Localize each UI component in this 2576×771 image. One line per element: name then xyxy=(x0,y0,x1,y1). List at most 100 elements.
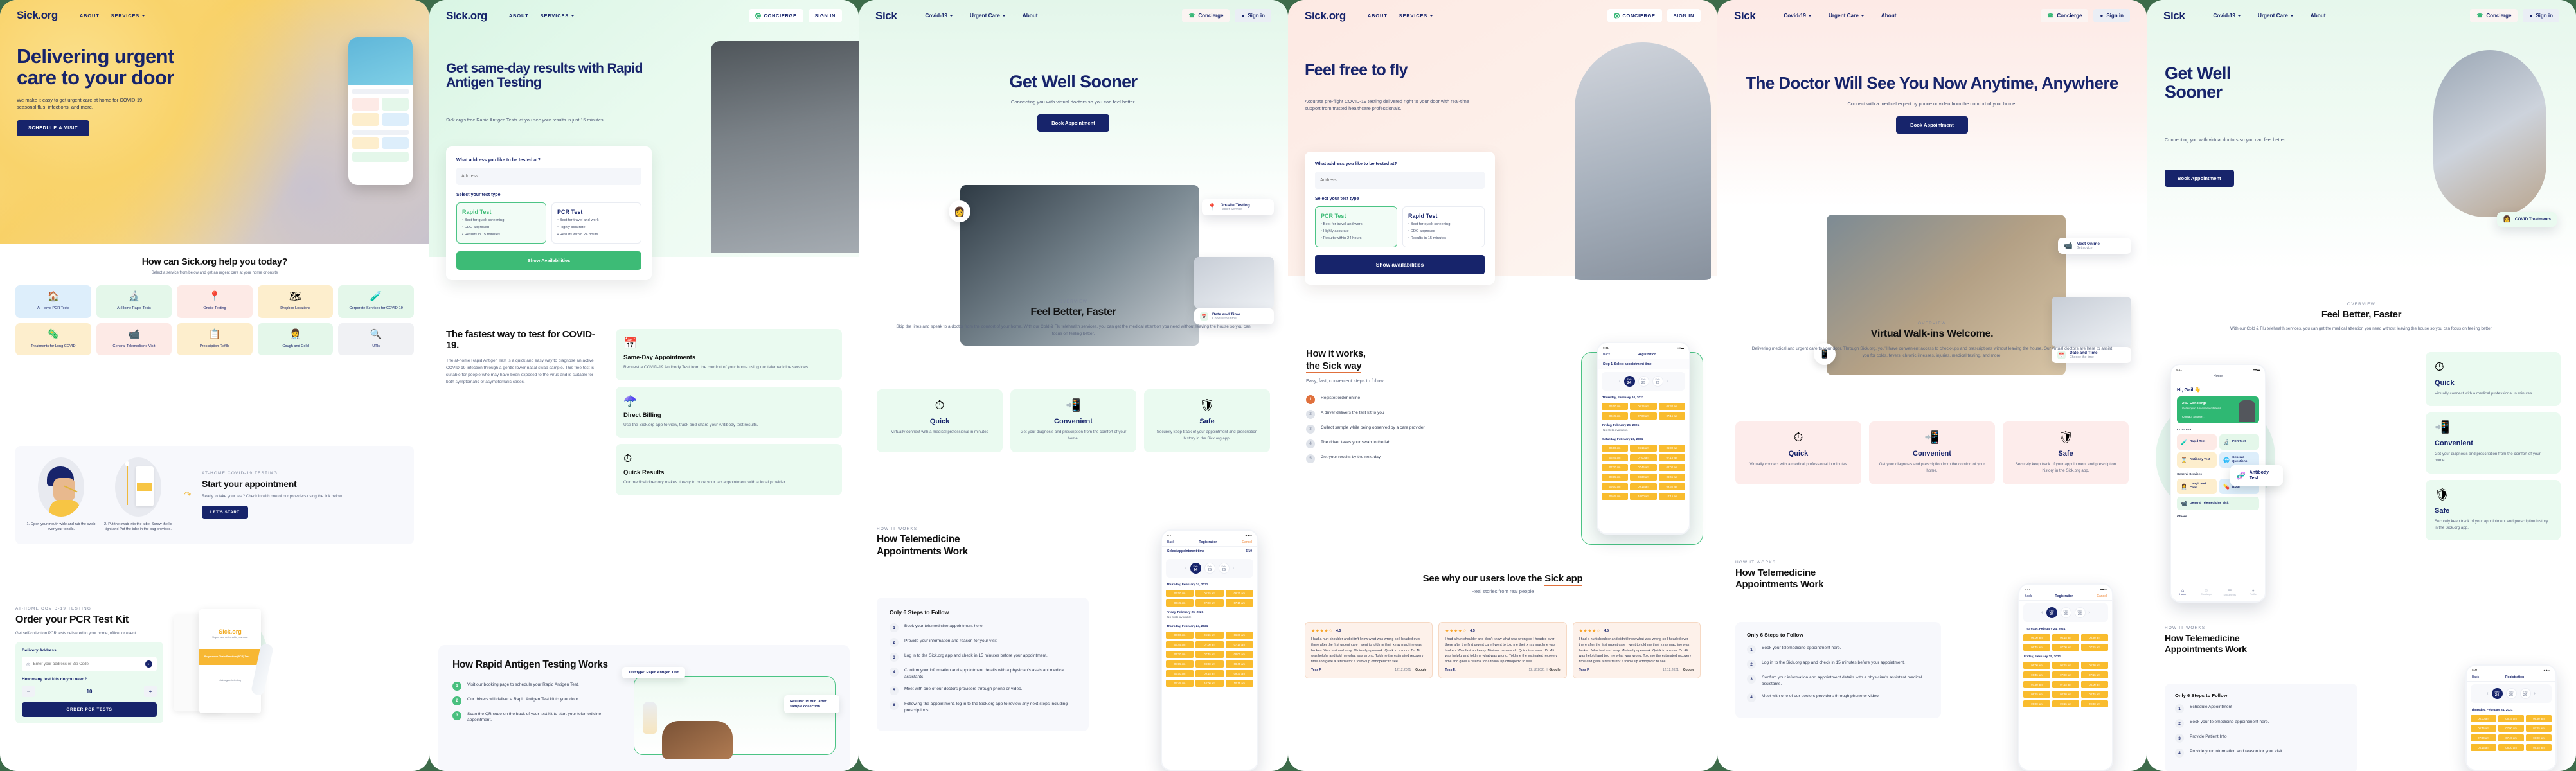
time-slot[interactable]: 10:00 am xyxy=(1195,680,1224,687)
time-slot[interactable]: 09:15 am xyxy=(1630,483,1657,490)
time-slot[interactable]: 08:30 am xyxy=(1195,660,1224,668)
service-tile[interactable]: 🔍 UTIs xyxy=(338,323,414,356)
signin-button[interactable]: ● Sign in xyxy=(1235,9,1271,22)
time-slot[interactable]: 06:45 am xyxy=(1166,599,1194,607)
signin-button[interactable]: SIGN IN xyxy=(1667,9,1701,22)
time-slot[interactable]: 09:30 am xyxy=(2081,700,2108,707)
address-input[interactable] xyxy=(456,168,641,185)
lets-start-button[interactable]: LET'S START xyxy=(202,506,248,520)
nav-about[interactable]: About xyxy=(1881,13,1897,19)
prev-date-button[interactable]: ‹ xyxy=(2041,610,2043,615)
nav-services[interactable]: SERVICES xyxy=(541,13,575,19)
time-slot[interactable]: 06:30 am xyxy=(1658,403,1685,410)
time-slot[interactable]: 08:45 am xyxy=(2081,691,2108,698)
time-slot[interactable]: 06:15 am xyxy=(1630,445,1657,452)
time-slot[interactable]: 09:30 am xyxy=(1658,483,1685,490)
time-slot[interactable]: 08:45 am xyxy=(2526,744,2552,751)
time-slot[interactable]: 06:30 am xyxy=(2526,715,2552,722)
date-chip[interactable]: Feb 24 xyxy=(2046,607,2057,618)
date-chip[interactable]: Feb 25 xyxy=(1204,563,1215,574)
time-slot[interactable]: 07:30 am xyxy=(1166,651,1194,658)
next-date-button[interactable]: › xyxy=(1233,566,1234,571)
time-slot[interactable]: 08:15 am xyxy=(2023,691,2050,698)
back-button[interactable]: Back xyxy=(2472,675,2479,679)
concierge-button[interactable]: ☎ Concierge xyxy=(2470,9,2518,22)
time-slot[interactable]: 06:30 am xyxy=(2081,634,2108,641)
time-slot[interactable]: 06:00 am xyxy=(1166,632,1194,639)
time-slot[interactable]: 06:00 am xyxy=(1166,590,1194,597)
brand-logo[interactable]: Sick xyxy=(875,10,897,22)
brand-logo[interactable]: Sick.org xyxy=(17,9,58,22)
test-type-option[interactable]: PCR Test • Best for travel and work • High… xyxy=(551,202,641,244)
brand-logo[interactable]: Sick.org xyxy=(1305,10,1346,22)
test-type-option[interactable]: PCR Test • Best for travel and work • High… xyxy=(1315,206,1397,248)
app-tab[interactable]: ☰ Documents xyxy=(2218,585,2242,601)
back-button[interactable]: Back xyxy=(1167,540,1174,544)
nav-urgent-care[interactable]: Urgent Care xyxy=(2258,13,2294,19)
slot-grid-1[interactable]: 06:00 am 06:15 am 06:30 am 06:45 am 07:00 am… xyxy=(1598,402,1689,421)
prev-date-button[interactable]: ‹ xyxy=(1185,566,1186,571)
time-slot[interactable]: 07:15 am xyxy=(2081,671,2108,678)
concierge-button[interactable]: CONCIERGE xyxy=(1607,9,1662,22)
time-slot[interactable]: 08:00 am xyxy=(2081,681,2108,688)
next-date-button[interactable]: › xyxy=(2534,691,2536,696)
time-slot[interactable]: 07:15 am xyxy=(1225,641,1253,648)
time-slot[interactable]: 06:45 am xyxy=(2023,671,2050,678)
app-tab[interactable]: ● Profile xyxy=(2242,585,2266,601)
app-tile[interactable]: 📹 General Telemedicine Visit xyxy=(2177,497,2259,510)
send-icon[interactable]: ► xyxy=(145,660,152,668)
app-tab[interactable]: ⌂ Home xyxy=(2171,585,2195,601)
order-pcr-tests-button[interactable]: ORDER PCR TESTS xyxy=(22,702,157,718)
time-slot[interactable]: 09:00 am xyxy=(1166,670,1194,677)
service-tile[interactable]: 📍 Onsite Testing xyxy=(177,285,253,318)
nav-urgent-care[interactable]: Urgent Care xyxy=(1829,13,1865,19)
qty-increment-button[interactable]: + xyxy=(144,686,157,698)
time-slot[interactable]: 06:30 am xyxy=(1658,445,1685,452)
time-slot[interactable]: 08:45 am xyxy=(1225,660,1253,668)
time-slot[interactable]: 08:15 am xyxy=(1166,660,1194,668)
brand-logo[interactable]: Sick.org xyxy=(446,10,487,22)
service-tile[interactable]: 🦠 Treatments for Long COVID xyxy=(15,323,91,356)
date-chip[interactable]: Feb 25 xyxy=(2505,688,2517,699)
brand-logo[interactable]: Sick xyxy=(2163,10,2185,22)
time-slot[interactable]: 07:15 am xyxy=(2526,725,2552,732)
service-tile[interactable]: 📋 Prescription Refills xyxy=(177,323,253,356)
book-appointment-button[interactable]: Book Appointment xyxy=(2165,170,2234,187)
time-slot[interactable]: 08:00 am xyxy=(2526,734,2552,741)
time-slot[interactable]: 09:45 am xyxy=(1166,680,1194,687)
slot-grid-2[interactable]: 06:00 am 06:15 am 06:30 am 06:45 am 07:00 am… xyxy=(1598,443,1689,501)
time-slot[interactable]: 07:00 am xyxy=(1195,599,1224,607)
date-chip[interactable]: Feb 24 xyxy=(2491,688,2503,699)
time-slot[interactable]: 07:00 am xyxy=(1195,641,1224,648)
time-slot[interactable]: 07:15 am xyxy=(1225,599,1253,607)
nav-covid19[interactable]: Covid-19 xyxy=(1784,13,1812,19)
time-slot[interactable]: 07:45 am xyxy=(1195,651,1224,658)
time-slot[interactable]: 07:00 am xyxy=(1630,454,1657,461)
service-tile[interactable]: 👩‍⚕️ Cough and Cold xyxy=(257,323,334,356)
time-slot[interactable]: 06:00 am xyxy=(1602,403,1629,410)
date-chip[interactable]: Feb 25 xyxy=(1638,376,1649,387)
date-chip[interactable]: Feb 26 xyxy=(2519,688,2531,699)
time-slot[interactable]: 06:30 am xyxy=(1225,632,1253,639)
address-input[interactable] xyxy=(33,662,142,667)
next-date-button[interactable]: › xyxy=(2089,610,2090,615)
date-picker[interactable]: ‹ Feb 24 Feb 25 Feb 26 › xyxy=(1166,559,1253,578)
time-slot[interactable]: 06:45 am xyxy=(2023,644,2050,651)
time-slot[interactable]: 09:00 am xyxy=(2023,700,2050,707)
time-slot[interactable]: 06:30 am xyxy=(1225,590,1253,597)
concierge-button[interactable]: ☎ Concierge xyxy=(1182,9,1230,22)
time-slot[interactable]: 06:15 am xyxy=(2498,715,2524,722)
time-slot[interactable]: 06:15 am xyxy=(1195,590,1224,597)
book-appointment-button[interactable]: Book Appointment xyxy=(1037,114,1109,132)
time-slot[interactable]: 07:45 am xyxy=(2052,681,2079,688)
slot-grid-1[interactable]: 06:00 am 06:15 am 06:30 am 06:45 am 07:00 am… xyxy=(2019,633,2112,652)
time-slot[interactable]: 08:15 am xyxy=(2471,744,2496,751)
time-slot[interactable]: 06:00 am xyxy=(1602,445,1629,452)
time-slot[interactable]: 06:15 am xyxy=(2052,634,2079,641)
service-tile[interactable]: 🧪 Corporate Services for COVID-19 xyxy=(338,285,414,318)
nav-about[interactable]: ABOUT xyxy=(509,13,529,19)
app-tile[interactable]: 🧪 Rapid Test xyxy=(2177,434,2217,450)
app-tab-bar[interactable]: ⌂ Home ☺ Concierge ☰ Documents ● Profile xyxy=(2171,585,2265,601)
nav-covid19[interactable]: Covid-19 xyxy=(925,13,953,19)
time-slot[interactable]: 08:30 am xyxy=(2498,744,2524,751)
